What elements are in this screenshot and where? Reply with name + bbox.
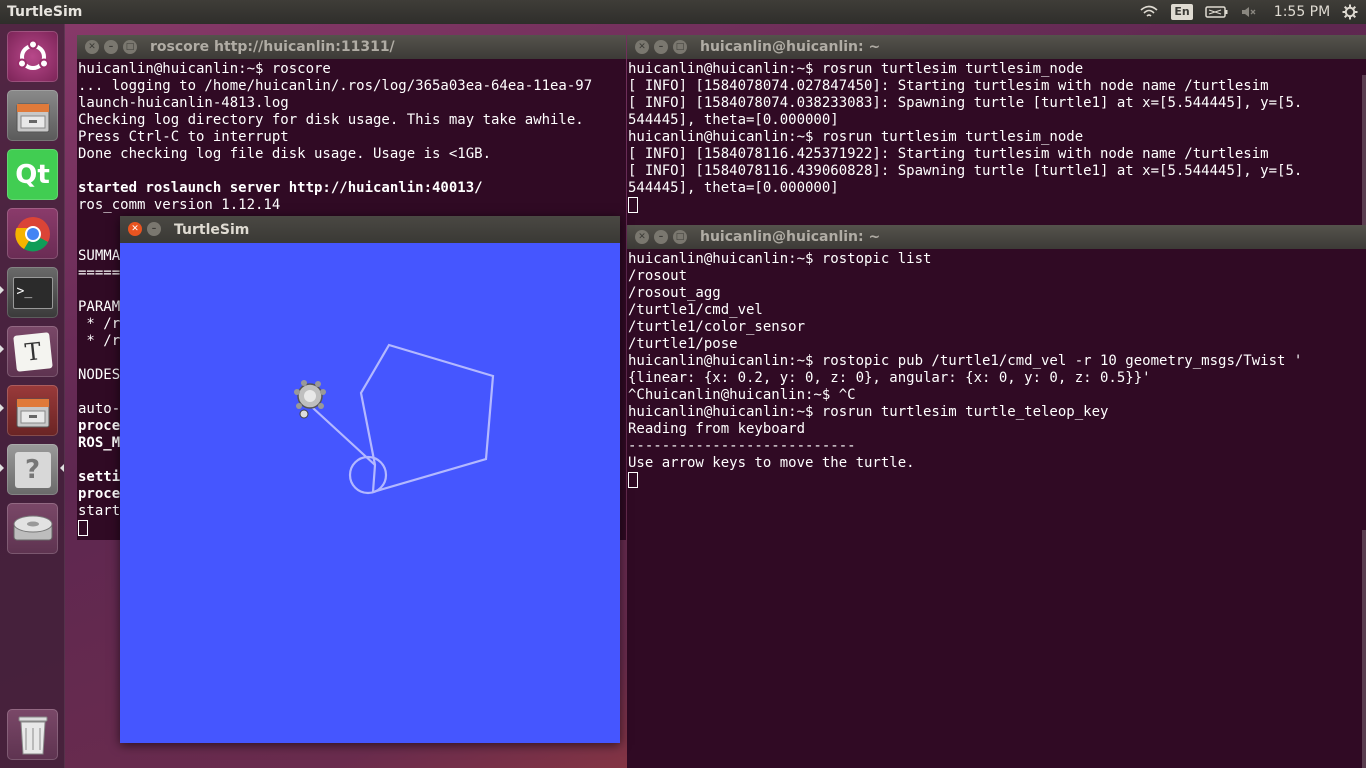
close-icon[interactable]: ✕ — [128, 222, 142, 236]
close-icon[interactable]: ✕ — [85, 40, 99, 54]
turtlesim-window[interactable]: ✕ – TurtleSim — [120, 216, 620, 743]
terminal-line: Press Ctrl-C to interrupt — [78, 129, 289, 145]
terminal-line: 544445], theta=[0.000000] — [628, 180, 839, 196]
terminal-line: ... logging to /home/huicanlin/.ros/log/… — [78, 78, 593, 94]
maximize-icon[interactable]: □ — [123, 40, 137, 54]
terminal-line: huicanlin@huicanlin:~$ rosrun turtlesim … — [628, 129, 1084, 145]
terminal-titlebar[interactable]: ✕ – □ huicanlin@huicanlin: ~ — [627, 225, 1366, 249]
keyboard-layout-label: En — [1171, 4, 1193, 20]
top-panel: TurtleSim En 1:55 PM — [0, 0, 1366, 24]
minimize-icon[interactable]: – — [147, 222, 161, 236]
text-editor-icon[interactable]: T — [7, 326, 58, 377]
turtlesim-node-terminal-window[interactable]: ✕ – □ huicanlin@huicanlin: ~ huicanlin@h… — [627, 35, 1366, 225]
chrome-icon[interactable] — [7, 208, 58, 259]
ubuntu-dash-icon[interactable] — [7, 31, 58, 82]
trash-icon[interactable] — [7, 709, 58, 760]
turtlesim-titlebar[interactable]: ✕ – TurtleSim — [120, 216, 620, 243]
close-icon[interactable]: ✕ — [635, 40, 649, 54]
running-indicator — [0, 286, 4, 294]
roscore-titlebar[interactable]: ✕ – □ roscore http://huicanlin:11311/ — [77, 35, 626, 59]
window-title: huicanlin@huicanlin: ~ — [700, 229, 881, 245]
maximize-icon[interactable]: □ — [673, 230, 687, 244]
terminal-cursor — [78, 520, 88, 536]
window-title: TurtleSim — [174, 221, 250, 238]
terminal-icon[interactable]: >_ — [7, 267, 58, 318]
terminal-line: launch-huicanlin-4813.log — [78, 95, 289, 111]
maximize-icon[interactable]: □ — [673, 40, 687, 54]
launcher: Qt >_ T ? — [0, 24, 65, 768]
files-icon[interactable] — [7, 90, 58, 141]
terminal-line: ros_comm version 1.12.14 — [78, 197, 281, 213]
teleop-terminal-window[interactable]: ✕ – □ huicanlin@huicanlin: ~ huicanlin@h… — [627, 225, 1366, 768]
terminal-cursor-line — [628, 197, 1366, 214]
battery-icon[interactable] — [1204, 0, 1230, 24]
active-indicator — [60, 464, 64, 472]
running-indicator — [0, 404, 4, 412]
terminal-line: Checking log directory for disk usage. T… — [78, 112, 584, 128]
minimize-icon[interactable]: – — [654, 230, 668, 244]
terminal-line: /rosout — [628, 268, 688, 284]
terminal-line: 544445], theta=[0.000000] — [628, 112, 839, 128]
window-title: huicanlin@huicanlin: ~ — [700, 39, 881, 55]
terminal-line: huicanlin@huicanlin:~$ rosrun turtlesim … — [628, 61, 1084, 77]
terminal-titlebar[interactable]: ✕ – □ huicanlin@huicanlin: ~ — [627, 35, 1366, 59]
keyboard-layout-indicator[interactable]: En — [1171, 0, 1193, 24]
disk-icon[interactable] — [7, 503, 58, 554]
terminal-line: [ INFO] [1584078116.425371922]: Starting… — [628, 146, 1269, 162]
close-icon[interactable]: ✕ — [635, 230, 649, 244]
terminal-line: /rosout_agg — [628, 285, 721, 301]
terminal-output[interactable]: huicanlin@huicanlin:~$ rostopic list/ros… — [627, 249, 1366, 489]
terminal-line: Reading from keyboard — [628, 421, 806, 437]
scrollbar[interactable] — [1362, 530, 1366, 768]
files-icon-2[interactable] — [7, 385, 58, 436]
active-app-name: TurtleSim — [7, 4, 83, 20]
qt-creator-icon[interactable]: Qt — [7, 149, 58, 200]
terminal-cursor — [628, 197, 638, 213]
terminal-line: ^Chuicanlin@huicanlin:~$ ^C — [628, 387, 856, 403]
turtlesim-canvas[interactable] — [120, 243, 620, 743]
terminal-line: huicanlin@huicanlin:~$ rosrun turtlesim … — [628, 404, 1109, 420]
terminal-line: {linear: {x: 0.2, y: 0, z: 0}, angular: … — [628, 370, 1151, 386]
terminal-cursor-line — [628, 472, 1366, 489]
volume-muted-icon[interactable] — [1238, 0, 1260, 24]
terminal-line: [ INFO] [1584078116.439060828]: Spawning… — [628, 163, 1303, 179]
terminal-line: /turtle1/color_sensor — [628, 319, 806, 335]
minimize-icon[interactable]: – — [654, 40, 668, 54]
terminal-output[interactable]: huicanlin@huicanlin:~$ rosrun turtlesim … — [627, 59, 1366, 214]
terminal-line: /turtle1/cmd_vel — [628, 302, 763, 318]
terminal-line: --------------------------- — [628, 438, 856, 454]
help-icon[interactable]: ? — [7, 444, 58, 495]
running-indicator — [0, 345, 4, 353]
terminal-line: started roslaunch server http://huicanli… — [78, 180, 483, 196]
terminal-line: Done checking log file disk usage. Usage… — [78, 146, 492, 162]
terminal-line: huicanlin@huicanlin:~$ rostopic list — [628, 251, 932, 267]
terminal-cursor — [628, 472, 638, 488]
terminal-line: /turtle1/pose — [628, 336, 738, 352]
scrollbar[interactable] — [1362, 75, 1366, 225]
terminal-line: [ INFO] [1584078074.027847450]: Starting… — [628, 78, 1269, 94]
terminal-line: Use arrow keys to move the turtle. — [628, 455, 915, 471]
window-title: roscore http://huicanlin:11311/ — [150, 39, 395, 55]
terminal-line: [ INFO] [1584078074.038233083]: Spawning… — [628, 95, 1303, 111]
clock[interactable]: 1:55 PM — [1270, 0, 1334, 24]
terminal-line: huicanlin@huicanlin:~$ roscore — [78, 61, 331, 77]
minimize-icon[interactable]: – — [104, 40, 118, 54]
settings-gear-icon[interactable] — [1338, 0, 1362, 24]
terminal-line: huicanlin@huicanlin:~$ rostopic pub /tur… — [628, 353, 1303, 369]
running-indicator — [0, 464, 4, 472]
wifi-icon[interactable] — [1138, 0, 1160, 24]
